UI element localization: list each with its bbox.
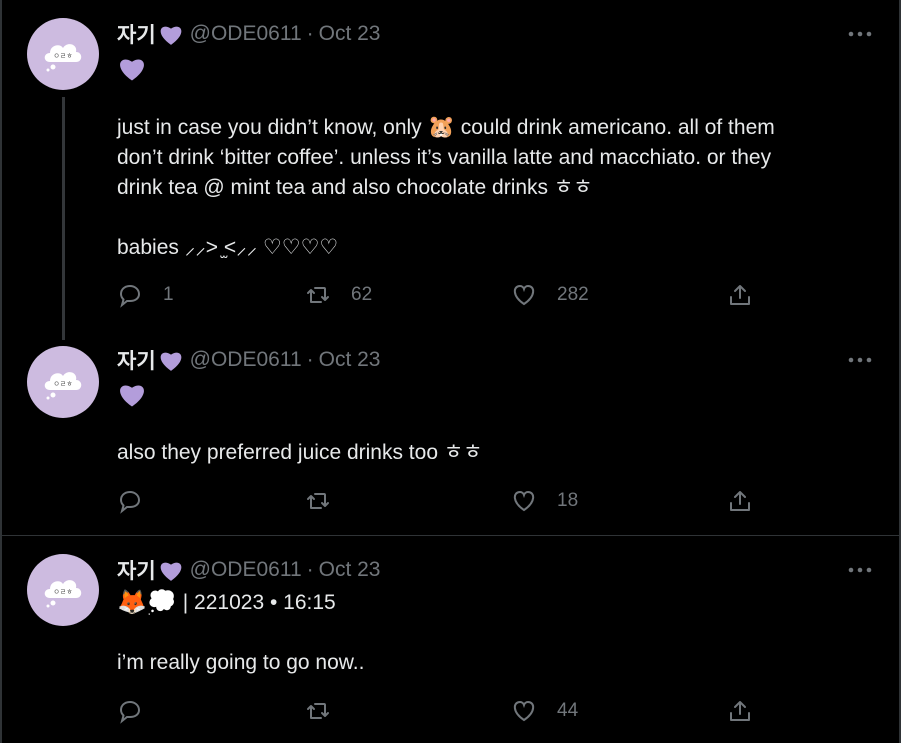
retweet-button[interactable] bbox=[305, 486, 351, 516]
tweet-text: i’m really going to go now.. bbox=[117, 651, 365, 674]
tweet-text-part: just in case you didn’t know, only bbox=[117, 116, 428, 139]
svg-text:ㅇㄹㅎ: ㅇㄹㅎ bbox=[53, 52, 72, 60]
reply-button[interactable] bbox=[117, 486, 163, 516]
retweet-count: 62 bbox=[351, 284, 373, 305]
tweet-text: also they preferred juice drinks too ㅎㅎ bbox=[117, 441, 483, 464]
tweet-subline: 🦊💭 | 221023 • 16:15 bbox=[117, 588, 336, 617]
timeline: ㅇㄹㅎ 자기 @ODE0611 · Oct 23 just in case yo… bbox=[0, 0, 901, 743]
share-button[interactable] bbox=[727, 696, 753, 726]
share-button[interactable] bbox=[727, 280, 753, 310]
more-options-icon[interactable] bbox=[847, 356, 873, 364]
svg-text:ㅇㄹㅎ: ㅇㄹㅎ bbox=[53, 588, 72, 596]
like-count: 18 bbox=[557, 490, 579, 511]
like-button[interactable]: 44 bbox=[511, 696, 578, 726]
purple-heart-icon bbox=[120, 385, 144, 407]
reply-icon bbox=[119, 700, 141, 724]
avatar[interactable]: ㅇㄹㅎ bbox=[27, 18, 99, 90]
tweet-actions: 1 62 282 bbox=[117, 280, 757, 310]
svg-text:ㅇㄹㅎ: ㅇㄹㅎ bbox=[53, 380, 72, 388]
user-handle[interactable]: @ODE0611 bbox=[190, 558, 302, 582]
share-button[interactable] bbox=[727, 486, 753, 516]
tweet-text: just in case you didn’t know, only 🐹 cou… bbox=[117, 112, 857, 263]
cloud-avatar-icon: ㅇㄹㅎ bbox=[44, 372, 82, 400]
like-count: 282 bbox=[557, 284, 589, 305]
tweet-date[interactable]: Oct 23 bbox=[319, 348, 381, 372]
tweet-header: 자기 @ODE0611 · Oct 23 bbox=[117, 556, 381, 584]
user-handle[interactable]: @ODE0611 bbox=[190, 348, 302, 372]
like-button[interactable]: 282 bbox=[511, 280, 589, 310]
share-icon bbox=[730, 285, 750, 305]
cloud-avatar-icon: ㅇㄹㅎ bbox=[44, 44, 82, 72]
display-name[interactable]: 자기 bbox=[117, 19, 156, 49]
avatar[interactable]: ㅇㄹㅎ bbox=[27, 554, 99, 626]
tweet-subline bbox=[117, 380, 147, 408]
tweet-subline bbox=[117, 54, 147, 82]
tweet-3[interactable]: ㅇㄹㅎ 자기 @ODE0611 · Oct 23 🦊💭 | 221023 • 1… bbox=[0, 535, 901, 743]
thread-line bbox=[62, 97, 65, 340]
separator-dot: · bbox=[306, 348, 314, 371]
retweet-button[interactable] bbox=[305, 696, 351, 726]
more-options-icon[interactable] bbox=[847, 30, 873, 38]
share-icon bbox=[730, 701, 750, 721]
subline-text: | 221023 • 16:15 bbox=[182, 590, 336, 614]
share-icon bbox=[730, 491, 750, 511]
more-options-icon[interactable] bbox=[847, 566, 873, 574]
reply-icon bbox=[119, 284, 141, 308]
separator-dot: · bbox=[306, 558, 314, 581]
tweet-date[interactable]: Oct 23 bbox=[319, 558, 381, 582]
tweet-1[interactable]: ㅇㄹㅎ 자기 @ODE0611 · Oct 23 just in case yo… bbox=[0, 0, 901, 340]
tweet-2[interactable]: ㅇㄹㅎ 자기 @ODE0611 · Oct 23 also they prefe… bbox=[0, 334, 901, 534]
tweet-actions: 44 bbox=[117, 696, 757, 726]
purple-heart-icon bbox=[160, 26, 181, 45]
separator-dot: · bbox=[306, 22, 314, 45]
reply-icon bbox=[119, 490, 141, 514]
reply-count: 1 bbox=[163, 284, 174, 305]
user-handle[interactable]: @ODE0611 bbox=[190, 22, 302, 46]
purple-heart-icon bbox=[160, 562, 181, 581]
tweet-date[interactable]: Oct 23 bbox=[319, 22, 381, 46]
avatar[interactable]: ㅇㄹㅎ bbox=[27, 346, 99, 418]
cloud-avatar-icon: ㅇㄹㅎ bbox=[44, 580, 82, 608]
retweet-icon bbox=[307, 493, 329, 509]
retweet-button[interactable]: 62 bbox=[305, 280, 372, 310]
reply-button[interactable]: 1 bbox=[117, 280, 174, 310]
retweet-icon bbox=[307, 703, 329, 719]
retweet-icon bbox=[307, 287, 329, 303]
purple-heart-icon bbox=[120, 59, 144, 81]
display-name[interactable]: 자기 bbox=[117, 555, 156, 585]
like-button[interactable]: 18 bbox=[511, 486, 578, 516]
heart-outline-icon bbox=[513, 490, 535, 512]
reply-button[interactable] bbox=[117, 696, 163, 726]
tweet-header: 자기 @ODE0611 · Oct 23 bbox=[117, 346, 381, 374]
purple-heart-icon bbox=[160, 352, 181, 371]
fox-thought-emoji: 🦊💭 bbox=[117, 589, 177, 616]
tweet-header: 자기 @ODE0611 · Oct 23 bbox=[117, 20, 381, 48]
hamster-emoji: 🐹 bbox=[427, 114, 455, 139]
heart-outline-icon bbox=[513, 700, 535, 722]
display-name[interactable]: 자기 bbox=[117, 345, 156, 375]
heart-outline-icon bbox=[513, 284, 535, 306]
like-count: 44 bbox=[557, 700, 579, 721]
tweet-actions: 18 bbox=[117, 486, 757, 516]
